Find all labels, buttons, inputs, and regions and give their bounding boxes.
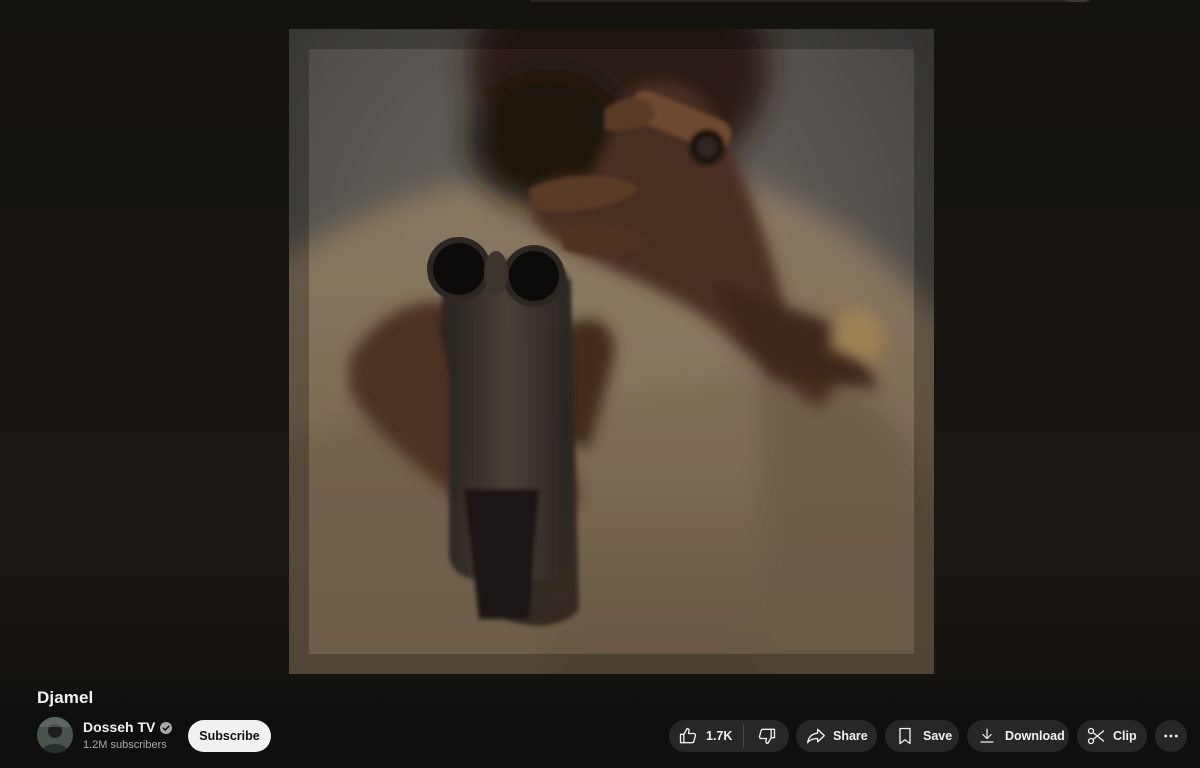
save-label: Save [923, 729, 953, 743]
download-label: Download [1005, 729, 1065, 743]
more-actions-button[interactable] [1155, 720, 1187, 752]
bookmark-icon [895, 726, 915, 746]
like-button[interactable]: 1.7K [669, 720, 743, 752]
share-arrow-icon [806, 726, 826, 746]
download-button[interactable]: Download [967, 720, 1069, 752]
scissors-icon [1086, 726, 1106, 746]
download-icon [978, 727, 996, 745]
share-button[interactable]: Share [796, 720, 877, 752]
channel-name-row[interactable]: Dosseh TV [83, 719, 173, 735]
clip-button[interactable]: Clip [1077, 720, 1147, 752]
video-artwork [289, 29, 934, 674]
share-label: Share [833, 729, 868, 743]
clip-label: Clip [1113, 729, 1137, 743]
channel-name[interactable]: Dosseh TV [83, 719, 155, 735]
avatar-image-icon [37, 717, 73, 753]
player-top-bar-end [1068, 0, 1086, 2]
like-count: 1.7K [706, 729, 733, 743]
verified-check-icon [160, 721, 173, 734]
subscribe-button[interactable]: Subscribe [188, 720, 271, 752]
dislike-button[interactable] [744, 720, 789, 752]
more-horizontal-icon [1162, 727, 1180, 745]
video-title: Djamel [37, 688, 94, 707]
save-button[interactable]: Save [885, 720, 959, 752]
video-player[interactable] [0, 0, 1200, 678]
thumbs-up-icon [678, 726, 698, 746]
channel-avatar[interactable] [37, 717, 73, 753]
subscriber-count: 1.2M subscribers [83, 739, 167, 751]
like-dislike-group: 1.7K [669, 720, 789, 752]
thumbs-down-icon [757, 726, 777, 746]
player-top-bar [530, 0, 1090, 2]
